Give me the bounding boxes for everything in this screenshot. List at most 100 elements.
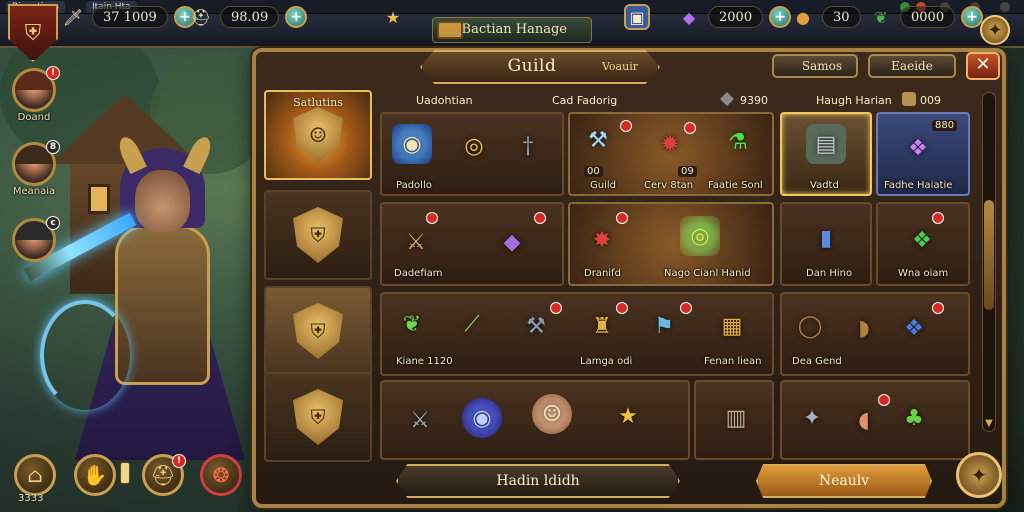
helmet-icon: ⛑ — [190, 7, 212, 27]
category-tab-4[interactable]: ⛨ — [264, 372, 372, 462]
scroll-icon — [902, 92, 916, 106]
add-resource-button[interactable]: + — [285, 6, 308, 28]
category-tab-2[interactable]: ⛨ — [264, 190, 372, 280]
item-cell[interactable]: ⚒ ✹ ⚗ 00 09 Guild Cerv 8tan Faatie Sonl — [568, 112, 774, 196]
resource-value: 0000 — [900, 6, 956, 28]
item-cell[interactable]: 880 ❖ Fadhe Haiatie — [876, 112, 970, 196]
orb-icon: ◉ — [392, 124, 432, 164]
axe-icon: ⚔ — [410, 407, 430, 433]
attack-button[interactable]: ❂ — [200, 454, 242, 496]
category-tab-1[interactable]: Satlutins ☺ — [264, 90, 372, 180]
new-badge — [620, 120, 632, 132]
item-cell[interactable]: ⚔ ◆ Dadefiam — [380, 202, 564, 286]
book-icon: ▮ — [819, 225, 833, 251]
sword-icon: 🗡 — [62, 7, 84, 27]
item-cell-wide[interactable]: ⚔ ◉ ☺ ★ — [380, 380, 690, 460]
flame-icon: ❂ — [212, 463, 230, 487]
item-cell-selected[interactable]: ▤ Vadtd — [780, 112, 872, 196]
emblem-icon[interactable]: ✦ — [956, 452, 1002, 498]
resource-star: ★ — [380, 4, 406, 30]
samos-button[interactable]: Samos — [772, 54, 858, 78]
bucket-icon: ▥ — [725, 405, 747, 431]
gift-box-icon: ❖ — [912, 227, 932, 253]
footer-left-button[interactable]: Hadin ldidh — [396, 464, 680, 498]
portrait-icon: ☺ — [293, 107, 343, 163]
crystal-icon: ◆ — [503, 229, 521, 255]
item-label: Dan Hino — [806, 268, 853, 279]
resource-cube: ▣ — [624, 4, 650, 30]
column-header: Cad Fadorig — [552, 94, 618, 107]
item-label: Cerv 8tan — [644, 180, 694, 191]
axe-icon: ⚑ — [654, 313, 674, 339]
home-button[interactable]: ⌂ — [14, 454, 56, 496]
item-cell[interactable]: ✸ ◎ Dranifd Nago Cianl Hanid — [568, 202, 774, 286]
close-window-icon[interactable] — [1000, 2, 1010, 12]
item-cell[interactable]: ✦ ◖ ♣ — [780, 380, 970, 460]
shield-icon: ⛨ — [293, 389, 343, 445]
orb-icon: ◉ — [462, 398, 502, 438]
hammer-icon: ⚒ — [588, 127, 608, 153]
girl-portrait-icon: ☺ — [532, 394, 572, 434]
gold-coins-icon: ◎ — [680, 216, 720, 256]
scroll-down-icon[interactable]: ▼ — [981, 418, 997, 432]
notification-badge: c — [46, 216, 60, 230]
scrollbar-thumb[interactable] — [984, 200, 994, 310]
item-cell[interactable]: ❖ Wna oiam — [876, 202, 970, 286]
item-cell[interactable]: ◉ ◎ † Padollo — [380, 112, 564, 196]
ally-name: Doand — [17, 112, 51, 123]
shuriken-icon: ✦ — [802, 405, 822, 431]
potion-icon[interactable] — [120, 462, 130, 484]
category-tab-3[interactable]: ⛨ — [264, 286, 372, 376]
column-header: Haugh Harian — [816, 94, 892, 107]
event-banner[interactable]: Bactian Hanage — [432, 17, 592, 43]
resource-value: 30 — [822, 6, 861, 28]
resource-3: ◆ 2000 + — [676, 4, 792, 30]
column-header: 009 — [920, 94, 941, 107]
coins-icon: ◎ — [464, 133, 484, 159]
item-cell[interactable]: ▮ Dan Hino — [780, 202, 872, 286]
gift-box-icon: ❖ — [908, 135, 928, 161]
notification-badge: ! — [46, 66, 60, 80]
helmet-icon: ⛑ — [150, 463, 176, 487]
eaeide-button[interactable]: Eaeide — [868, 54, 956, 78]
resource-4: ● 30 — [790, 4, 861, 30]
add-resource-button[interactable]: + — [769, 6, 792, 28]
bread-icon: ◖ — [858, 407, 870, 433]
column-header: 9390 — [740, 94, 768, 107]
close-panel-button[interactable]: ✕ — [966, 52, 1000, 80]
panel-title: Guild — [507, 56, 557, 76]
item-label: Vadtd — [810, 180, 839, 191]
item-label: Padollo — [396, 180, 432, 191]
skill-button[interactable]: ✋ — [74, 454, 116, 496]
item-count: 00 — [584, 166, 603, 177]
resource-value: 2000 — [708, 6, 764, 28]
clover-icon: ♣ — [904, 405, 924, 431]
panel-subtitle: Voauir — [602, 60, 638, 73]
ally-name: Meanaia — [12, 186, 56, 197]
item-label: Dranifd — [584, 268, 621, 279]
trophy-icon: ♜ — [592, 313, 612, 339]
anvil-icon: ⚒ — [526, 313, 546, 339]
shield-icon: ⛨ — [293, 303, 343, 359]
gauntlet-icon: ◗ — [858, 315, 870, 341]
new-badge — [932, 302, 944, 314]
potion-icon: ⚗ — [728, 129, 748, 155]
banner-label: Bactian Hanage — [461, 22, 567, 37]
item-label: Fadhe Haiatie — [884, 180, 953, 191]
wand-icon: ⟋ — [464, 311, 480, 337]
house-icon: ⌂ — [27, 463, 43, 487]
item-cell-wide[interactable]: ❦ ⟋ ⚒ ♜ ⚑ ▦ Kiane 1120 Lamga odi Fenan l… — [380, 292, 774, 376]
footer-right-button[interactable]: Neaulv — [756, 464, 932, 498]
tnt-icon: ✸ — [592, 227, 612, 253]
item-cell[interactable]: ◯ ◗ ❖ Dea Gend — [780, 292, 970, 376]
settings-gear-icon[interactable]: ✦ — [980, 15, 1010, 45]
home-label: 3333 — [18, 493, 44, 504]
hand-icon: ✋ — [82, 463, 108, 487]
star-icon[interactable]: ★ — [380, 4, 406, 30]
item-label: Kiane 1120 — [396, 356, 453, 367]
new-badge — [534, 212, 546, 224]
cube-icon[interactable]: ▣ — [624, 4, 650, 30]
item-label: Guild — [590, 180, 616, 191]
item-cell[interactable]: ▥ — [694, 380, 774, 460]
item-label: Fenan liean — [704, 356, 762, 367]
